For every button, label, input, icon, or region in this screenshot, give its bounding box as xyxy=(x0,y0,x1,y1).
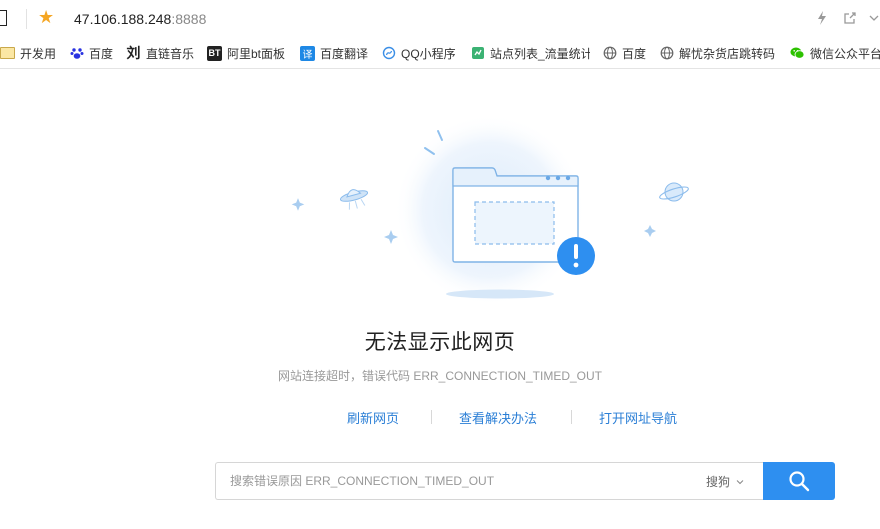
error-subtitle: 网站连接超时，错误代码 ERR_CONNECTION_TIMED_OUT xyxy=(277,369,603,383)
bookmark-baidu[interactable]: 百度 xyxy=(69,44,113,62)
search-button[interactable] xyxy=(763,462,835,500)
bookmark-site-stats[interactable]: 站点列表_流量统计 xyxy=(470,44,590,62)
search-icon xyxy=(789,471,810,492)
globe-icon xyxy=(602,46,617,61)
bookmarks-bar: 开发用 百度 刘 直链音乐 BT 阿里bt面板 译 百度翻译 QQ小程序 站点列… xyxy=(0,38,880,69)
planet-icon xyxy=(659,182,689,202)
url-port: :8888 xyxy=(171,11,207,27)
error-actions: 刷新网页 查看解决办法 打开网址导航 xyxy=(0,408,880,428)
globe-icon xyxy=(659,46,674,61)
bookmark-label: 百度 xyxy=(89,46,114,61)
bookmark-baidu-2[interactable]: 百度 xyxy=(602,44,646,62)
bookmark-baidu-translate[interactable]: 译 百度翻译 xyxy=(300,44,368,62)
folder-icon xyxy=(0,46,15,61)
bookmark-label: 开发用 xyxy=(20,46,57,61)
bookmark-qq-miniprogram[interactable]: QQ小程序 xyxy=(381,44,456,62)
bookmark-direct-music[interactable]: 刘 直链音乐 xyxy=(126,44,195,62)
wechat-icon xyxy=(790,46,805,61)
qq-miniprogram-icon xyxy=(381,46,396,61)
chevron-down-icon[interactable] xyxy=(868,11,880,25)
bt-icon: BT xyxy=(207,45,222,61)
bookmark-folder-dev[interactable]: 开发用 xyxy=(0,44,56,62)
bookmark-label: 微信公众平台 xyxy=(810,46,880,61)
ufo-icon xyxy=(339,189,369,210)
view-solutions-link[interactable]: 查看解决办法 xyxy=(459,408,537,427)
action-divider xyxy=(571,410,572,424)
error-search: 搜狗 xyxy=(215,462,835,500)
illustration-shadow xyxy=(446,289,554,299)
bookmark-label: 百度 xyxy=(622,46,647,61)
bookmark-wechat-platform[interactable]: 微信公众平台 xyxy=(790,44,880,62)
search-box: 搜狗 xyxy=(215,462,764,500)
exclamation-icon xyxy=(557,237,595,275)
url-host: 47.106.188.248 xyxy=(74,11,172,27)
error-title: 无法显示此网页 xyxy=(364,330,516,354)
url-field[interactable]: 47.106.188.248:8888 xyxy=(74,10,206,28)
share-icon[interactable] xyxy=(843,11,857,25)
action-divider xyxy=(431,410,432,424)
address-separator xyxy=(26,9,27,29)
bookmark-label: 解忧杂货店跳转码 xyxy=(679,46,776,61)
chevron-down-icon xyxy=(736,479,744,484)
search-engine-select[interactable]: 搜狗 xyxy=(706,473,744,490)
search-input[interactable] xyxy=(230,472,680,490)
bookmark-label: 直链音乐 xyxy=(146,46,195,61)
bookmark-label: QQ小程序 xyxy=(401,46,456,61)
refresh-page-link[interactable]: 刷新网页 xyxy=(347,408,399,427)
address-bar: ★ 47.106.188.248:8888 xyxy=(0,0,880,38)
bookmark-jieyou-store[interactable]: 解忧杂货店跳转码 xyxy=(659,44,777,62)
bookmark-label: 阿里bt面板 xyxy=(227,46,286,61)
site-stats-icon xyxy=(470,46,485,61)
baidu-paw-icon xyxy=(69,46,84,61)
bookmark-ali-bt-panel[interactable]: BT 阿里bt面板 xyxy=(207,44,285,62)
lightning-icon[interactable] xyxy=(815,10,829,26)
bookmark-label: 百度翻译 xyxy=(320,46,369,61)
bookmark-label: 站点列表_流量统计 xyxy=(490,46,590,61)
error-illustration xyxy=(291,118,689,306)
liu-character-icon: 刘 xyxy=(126,45,141,61)
tab-fragment-icon[interactable] xyxy=(0,10,7,26)
translate-icon: 译 xyxy=(300,45,315,61)
open-url-navigation-link[interactable]: 打开网址导航 xyxy=(599,408,677,427)
search-engine-label: 搜狗 xyxy=(706,475,731,489)
favorite-star-icon[interactable]: ★ xyxy=(38,8,54,28)
